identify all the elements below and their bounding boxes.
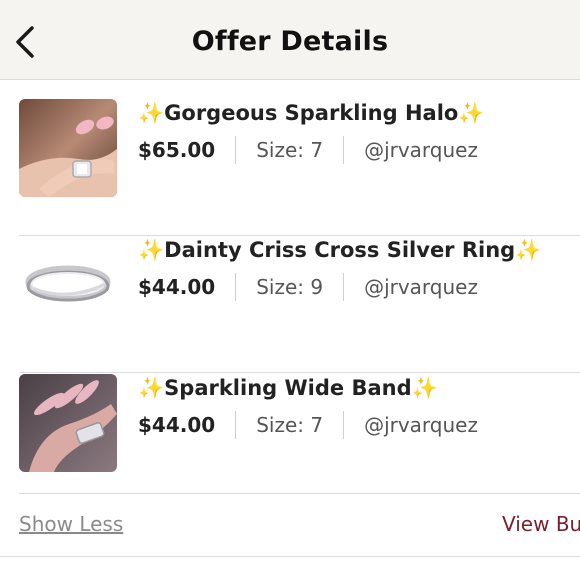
item-title[interactable]: ✨Gorgeous Sparkling Halo✨ (138, 101, 485, 126)
sparkle-icon: ✨ (138, 101, 165, 125)
divider (235, 273, 237, 301)
item-size: Size: 7 (256, 138, 324, 162)
show-less-link[interactable]: Show Less (19, 512, 123, 536)
sparkle-icon: ✨ (138, 238, 165, 262)
footer-divider (0, 556, 580, 557)
page-title: Offer Details (191, 26, 389, 57)
item-meta: $44.00 Size: 7 @jrvarquez (138, 410, 478, 440)
seller-link[interactable]: @jrvarquez (364, 275, 478, 299)
sparkle-icon: ✨ (411, 376, 438, 400)
top-bar: Offer Details (0, 0, 580, 80)
item-size: Size: 7 (256, 413, 324, 437)
row-divider (19, 372, 580, 373)
bundle-actions: Show Less View Bu (0, 494, 580, 558)
divider (343, 273, 345, 301)
item-name: Gorgeous Sparkling Halo (164, 101, 459, 125)
item-price: $44.00 (138, 275, 216, 299)
offer-item[interactable]: ✨Gorgeous Sparkling Halo✨ $65.00 Size: 7… (0, 99, 580, 236)
item-title[interactable]: ✨Sparkling Wide Band✨ (138, 376, 438, 401)
item-name: Sparkling Wide Band (164, 376, 412, 400)
item-price: $44.00 (138, 413, 216, 437)
item-name: Dainty Criss Cross Silver Ring (164, 238, 516, 262)
divider (235, 411, 237, 439)
sparkle-icon: ✨ (458, 101, 485, 125)
item-meta: $65.00 Size: 7 @jrvarquez (138, 135, 478, 165)
product-thumbnail[interactable] (19, 236, 117, 334)
product-thumbnail[interactable] (19, 374, 117, 472)
item-title[interactable]: ✨Dainty Criss Cross Silver Ring✨ (138, 238, 541, 263)
divider (343, 411, 345, 439)
sparkle-icon: ✨ (138, 376, 165, 400)
seller-link[interactable]: @jrvarquez (364, 413, 478, 437)
offer-item[interactable]: ✨Sparkling Wide Band✨ $44.00 Size: 7 @jr… (0, 374, 580, 494)
seller-link[interactable]: @jrvarquez (364, 138, 478, 162)
sparkle-icon: ✨ (515, 238, 542, 262)
offer-item[interactable]: ✨Dainty Criss Cross Silver Ring✨ $44.00 … (0, 236, 580, 373)
divider (343, 136, 345, 164)
product-thumbnail[interactable] (19, 99, 117, 197)
view-bundle-link[interactable]: View Bu (502, 512, 580, 536)
item-meta: $44.00 Size: 9 @jrvarquez (138, 272, 478, 302)
item-size: Size: 9 (256, 275, 324, 299)
item-price: $65.00 (138, 138, 216, 162)
divider (235, 136, 237, 164)
